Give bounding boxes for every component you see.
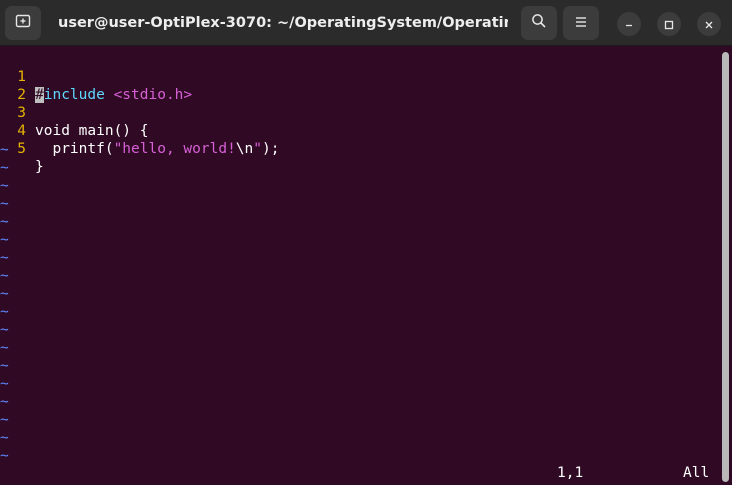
empty-line-marker: ~ — [0, 394, 9, 410]
code-line: 5 } — [0, 122, 52, 175]
empty-line-marker: ~ — [0, 196, 9, 212]
code-line: 1 #include <stdio.h> — [0, 50, 192, 103]
line-code: printf("hello, world!\n"); — [35, 141, 280, 157]
line-code: } — [35, 159, 44, 175]
vim-editor[interactable]: 1 #include <stdio.h> 2 3 void main() { 4… — [0, 50, 718, 485]
close-icon — [704, 15, 714, 34]
empty-line-marker: ~ — [0, 448, 9, 464]
empty-line-marker: ~ — [0, 250, 9, 266]
empty-line-marker: ~ — [0, 340, 9, 356]
empty-line-marker: ~ — [0, 178, 9, 194]
empty-line-marker: ~ — [0, 376, 9, 392]
hamburger-menu-icon — [574, 14, 588, 33]
minimize-button[interactable] — [617, 12, 641, 36]
empty-line-marker: ~ — [0, 214, 9, 230]
line-code: #include <stdio.h> — [35, 86, 192, 104]
terminal-window: user@user-OptiPlex-3070: ~/OperatingSyst… — [0, 0, 732, 485]
scroll-position: All — [683, 465, 710, 481]
empty-line-marker: ~ — [0, 142, 9, 158]
escape-sequence: \n — [235, 141, 254, 157]
preprocessor-directive: include — [43, 87, 105, 103]
empty-line-marker: ~ — [0, 430, 9, 446]
minimize-icon — [624, 15, 634, 34]
empty-line-marker: ~ — [0, 268, 9, 284]
window-title: user@user-OptiPlex-3070: ~/OperatingSyst… — [58, 15, 508, 31]
empty-line-marker: ~ — [0, 232, 9, 248]
search-icon — [531, 13, 547, 33]
code-line: 3 void main() { — [0, 86, 148, 139]
empty-line-marker: ~ — [0, 412, 9, 428]
include-target: <stdio.h> — [113, 87, 193, 103]
close-button[interactable] — [697, 12, 721, 36]
scrollbar[interactable] — [722, 52, 729, 482]
empty-line-marker: ~ — [0, 160, 9, 176]
new-tab-button[interactable] — [5, 6, 41, 40]
menu-button[interactable] — [563, 6, 599, 40]
code-line: 2 — [0, 68, 52, 103]
empty-line-marker: ~ — [0, 286, 9, 302]
empty-line-marker: ~ — [0, 322, 9, 338]
maximize-button[interactable] — [657, 12, 681, 36]
maximize-icon — [664, 15, 674, 34]
title-bar: user@user-OptiPlex-3070: ~/OperatingSyst… — [0, 0, 732, 46]
string-literal: "hello, world! — [113, 141, 236, 157]
new-tab-icon — [15, 13, 31, 33]
cursor-position: 1,1 — [557, 465, 584, 481]
empty-line-marker: ~ — [0, 358, 9, 374]
empty-line-marker: ~ — [0, 304, 9, 320]
code-line: 4 printf("hello, world!\n"); — [0, 104, 279, 157]
search-button[interactable] — [521, 6, 557, 40]
